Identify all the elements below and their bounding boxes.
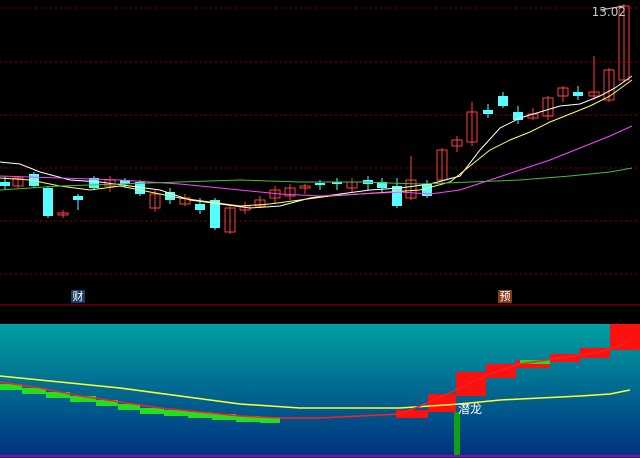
candle [224,206,236,234]
indicator-chart [0,324,640,458]
candle-body [573,92,583,96]
candle [73,194,83,210]
candle [483,104,493,118]
candle-body [498,96,508,106]
candle [269,186,281,204]
candle-body [195,204,205,210]
indicator-red-bar [610,324,640,350]
signal-label: 潜龙 [458,402,483,416]
candle [573,86,583,100]
candle [346,178,358,192]
candle [557,86,569,102]
candle [89,176,99,190]
candle [363,176,373,190]
ma5-line [0,75,633,209]
candle-body [392,186,402,206]
high-price-label: 13.02 [591,5,626,19]
candle [254,196,266,208]
candle [284,184,296,200]
candle [588,56,600,100]
candle [43,186,53,218]
candle [392,178,402,208]
indicator-green-bar [140,408,164,414]
financial-report-badge[interactable]: 财 [71,290,85,303]
candle-body [315,183,325,185]
candle [332,178,342,190]
forecast-badge[interactable]: 预 [498,290,512,303]
candle [466,102,478,146]
candle [498,92,508,108]
candle-body [0,182,10,186]
candle [12,176,24,188]
candle-body [483,110,493,114]
candle [436,148,448,182]
candle [299,184,311,194]
candlestick-chart [0,4,640,306]
signal-bar [454,412,460,456]
candle [451,136,463,152]
candlestick-pane[interactable]: 13.02 财 预 [0,0,640,306]
candle [57,210,69,218]
candle-body [73,196,83,200]
candle-body [43,188,53,216]
stock-chart-window: 13.02 财 预 潜龙 [0,0,640,458]
indicator-background [0,324,640,458]
indicator-red-bar [456,372,486,396]
candle [542,96,554,120]
indicator-pane[interactable] [0,324,640,458]
